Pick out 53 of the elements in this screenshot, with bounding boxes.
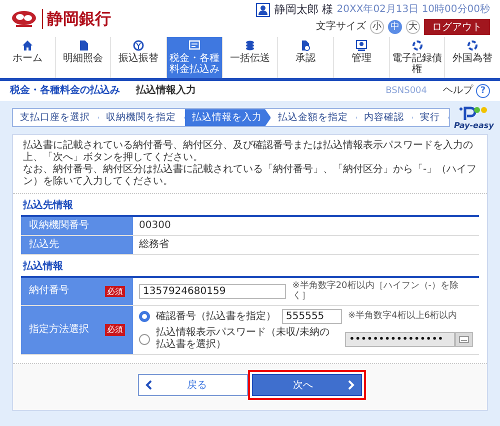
chevron-right-icon: [347, 380, 355, 390]
section-heading: 払込先情報: [22, 198, 74, 213]
screen-id: BSNS004: [386, 86, 427, 96]
home-icon: [22, 40, 33, 51]
row-label: 払込先: [21, 236, 133, 254]
chevron-left-icon: [145, 380, 153, 390]
text-size-option[interactable]: 大: [406, 20, 420, 34]
keyboard-icon: [459, 336, 469, 343]
nav-tab[interactable]: 税金・各種料金払込み: [167, 37, 223, 78]
logo-text: Pay-easy: [454, 121, 494, 131]
back-button[interactable]: 戻る: [138, 374, 248, 396]
row-value: 総務省: [139, 238, 170, 251]
nav-tab[interactable]: 電子記録債権: [390, 37, 446, 78]
row-label: 指定方法選択: [29, 324, 89, 336]
help-link[interactable]: ヘルプ: [443, 85, 473, 97]
nav-tab[interactable]: 一括伝送: [222, 37, 278, 78]
nav-tab[interactable]: 明細照会: [56, 37, 112, 78]
payment-number-field[interactable]: 1357924680159: [139, 284, 286, 299]
input-field: ••••••••••••••••: [345, 332, 455, 347]
instruction-text: なお、納付番号、納付区分は払込書に記載されている「納付番号」、「納付区分」から「-」（ハイフン）を除いて入力してください。: [23, 164, 477, 188]
user-icon: [256, 3, 270, 17]
progress-step: 払込情報を入力: [185, 109, 271, 126]
section-title: 税金・各種料金の払込み: [10, 85, 120, 97]
option-label: 払込情報表示パスワード（未収/未納の払込書を選択）: [156, 327, 330, 352]
required-badge: 必須: [105, 286, 125, 298]
ring-icon: [467, 40, 478, 51]
document-icon: [78, 40, 88, 51]
bank-name: 静岡銀行: [42, 9, 111, 29]
option-label: 確認番号（払込書を指定）: [156, 310, 276, 323]
required-badge: 必須: [105, 324, 125, 336]
coin-icon: [133, 40, 144, 51]
help-button[interactable]: ?: [476, 84, 490, 98]
section-heading: 払込情報: [22, 260, 64, 274]
input-hint: ※半角数字20桁以内［ハイフン（-）を除く］: [292, 280, 460, 302]
logout-button[interactable]: ログアウト: [424, 19, 490, 35]
page-title: 払込情報入力: [136, 85, 197, 97]
text-size-option[interactable]: 小: [370, 20, 384, 34]
instruction-text: 払込書に記載されている納付番号、納付区分、及び確認番号または払込情報表示パスワードを入力の上、「次へ」ボタンを押してください。: [23, 140, 474, 164]
text-size-label: 文字サイズ: [316, 21, 366, 33]
row-label: 収納機関番号: [21, 216, 133, 235]
keyboard-button[interactable]: [455, 332, 473, 347]
radio-button[interactable]: [139, 311, 150, 322]
form-icon: [188, 40, 200, 51]
ring-icon: [412, 40, 423, 51]
login-datetime: 20XX年02月13日 10時00分00秒: [336, 4, 490, 16]
logo-icon: [458, 105, 489, 121]
input-field[interactable]: 555555: [282, 309, 342, 324]
input-hint: ※半角数字4桁以上6桁以内: [348, 311, 457, 322]
row-label: 納付番号: [29, 285, 69, 298]
user-name: 静岡太郎 様: [274, 3, 333, 17]
logo-icon: [10, 9, 38, 29]
stack-icon: [244, 40, 256, 51]
row-value: 00300: [139, 220, 172, 232]
